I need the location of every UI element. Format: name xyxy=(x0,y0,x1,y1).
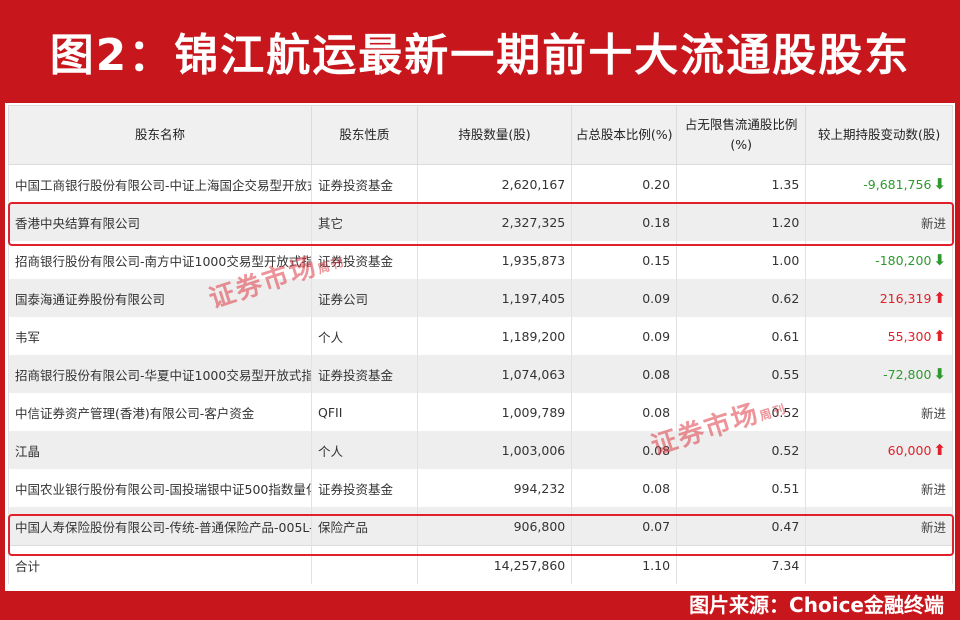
table-container: 股东名称 股东性质 持股数量(股) 占总股本比例(%) 占无限售流通股比例 (%)… xyxy=(5,103,955,591)
arrow-down-icon: ⬇ xyxy=(933,175,946,193)
total-type-empty xyxy=(311,545,418,584)
header-shares[interactable]: 持股数量(股) xyxy=(416,105,573,165)
cell-pct-total: 0.09 xyxy=(571,279,678,317)
table-row[interactable]: 中国工商银行股份有限公司-中证上海国企交易型开放式… 证券投资基金 2,620,16… xyxy=(8,164,953,203)
table-row[interactable]: 招商银行股份有限公司-南方中证1000交易型开放式指数… 证券投资基金 1,935,… xyxy=(8,241,953,279)
cell-holder-type: 个人 xyxy=(311,317,418,355)
cell-shares: 1,009,789 xyxy=(416,393,573,431)
cell-pct-total: 0.18 xyxy=(571,203,678,241)
cell-pct-float: 0.47 xyxy=(676,507,807,546)
table-body: 中国工商银行股份有限公司-中证上海国企交易型开放式… 证券投资基金 2,620,16… xyxy=(8,164,953,584)
cell-change: 60,000 ⬆ xyxy=(805,431,953,469)
change-value: 新进 xyxy=(920,405,946,421)
cell-shares: 1,003,006 xyxy=(416,431,573,469)
cell-pct-total: 0.20 xyxy=(571,164,678,203)
cell-holder-type: 证券公司 xyxy=(311,279,418,317)
cell-pct-float: 0.61 xyxy=(676,317,807,355)
cell-shares: 1,197,405 xyxy=(416,279,573,317)
table-row[interactable]: 香港中央结算有限公司 其它 2,327,325 0.18 1.20 新进 xyxy=(8,203,953,241)
cell-holder-type: 证券投资基金 xyxy=(311,164,418,203)
cell-pct-float: 1.20 xyxy=(676,203,807,241)
total-pct-float: 7.34 xyxy=(676,545,807,584)
change-value: -180,200 xyxy=(875,253,932,268)
cell-change: 新进 xyxy=(805,507,953,546)
table-row[interactable]: 中信证券资产管理(香港)有限公司-客户资金 QFII 1,009,789 0.08 0.… xyxy=(8,393,953,431)
cell-change: 55,300 ⬆ xyxy=(805,317,953,355)
table-row[interactable]: 中国人寿保险股份有限公司-传统-普通保险产品-005L-CT… 保险产品 906,8… xyxy=(8,507,953,546)
cell-holder-name: 江晶 xyxy=(8,431,312,469)
table-header-row: 股东名称 股东性质 持股数量(股) 占总股本比例(%) 占无限售流通股比例 (%)… xyxy=(8,105,953,165)
arrow-down-icon: ⬇ xyxy=(933,365,946,383)
cell-holder-type: 其它 xyxy=(311,203,418,241)
header-change[interactable]: 较上期持股变动数(股) xyxy=(805,105,953,165)
header-name[interactable]: 股东名称 xyxy=(8,105,312,165)
cell-change: -72,800 ⬇ xyxy=(805,355,953,393)
cell-holder-name: 香港中央结算有限公司 xyxy=(8,203,312,241)
cell-change: 新进 xyxy=(805,393,953,431)
total-shares: 14,257,860 xyxy=(416,545,573,584)
cell-pct-float: 0.62 xyxy=(676,279,807,317)
change-value: 60,000 xyxy=(887,443,932,458)
change-value: -72,800 xyxy=(883,367,932,382)
page-title: 图2：锦江航运最新一期前十大流通股股东 xyxy=(49,30,911,81)
table-row[interactable]: 招商银行股份有限公司-华夏中证1000交易型开放式指数… 证券投资基金 1,074,… xyxy=(8,355,953,393)
cell-pct-total: 0.08 xyxy=(571,469,678,507)
arrow-up-icon: ⬆ xyxy=(933,289,946,307)
change-value: 216,319 xyxy=(879,291,932,306)
cell-holder-name: 招商银行股份有限公司-华夏中证1000交易型开放式指数… xyxy=(8,355,312,393)
header-pct-float[interactable]: 占无限售流通股比例 (%) xyxy=(676,105,807,165)
cell-change: -180,200 ⬇ xyxy=(805,241,953,279)
cell-pct-total: 0.15 xyxy=(571,241,678,279)
arrow-up-icon: ⬆ xyxy=(933,327,946,345)
total-pct-total: 1.10 xyxy=(571,545,678,584)
cell-pct-total: 0.08 xyxy=(571,355,678,393)
cell-pct-total: 0.09 xyxy=(571,317,678,355)
source-caption: 图片来源：Choice金融终端 xyxy=(689,593,944,617)
table-row[interactable]: 中国农业银行股份有限公司-国投瑞银中证500指数量化增… 证券投资基金 994,23… xyxy=(8,469,953,507)
cell-change: 216,319 ⬆ xyxy=(805,279,953,317)
cell-shares: 2,327,325 xyxy=(416,203,573,241)
cell-holder-name: 中国工商银行股份有限公司-中证上海国企交易型开放式… xyxy=(8,164,312,203)
cell-holder-type: 个人 xyxy=(311,431,418,469)
change-value: 55,300 xyxy=(887,329,932,344)
cell-holder-type: 证券投资基金 xyxy=(311,355,418,393)
cell-holder-type: 保险产品 xyxy=(311,507,418,546)
change-value: 新进 xyxy=(920,215,946,231)
cell-pct-float: 1.35 xyxy=(676,164,807,203)
cell-shares: 994,232 xyxy=(416,469,573,507)
table-row[interactable]: 国泰海通证券股份有限公司 证券公司 1,197,405 0.09 0.62 216,319… xyxy=(8,279,953,317)
cell-shares: 906,800 xyxy=(416,507,573,546)
cell-shares: 1,189,200 xyxy=(416,317,573,355)
cell-change: -9,681,756 ⬇ xyxy=(805,164,953,203)
cell-shares: 1,074,063 xyxy=(416,355,573,393)
cell-holder-name: 中信证券资产管理(香港)有限公司-客户资金 xyxy=(8,393,312,431)
cell-shares: 2,620,167 xyxy=(416,164,573,203)
cell-pct-total: 0.07 xyxy=(571,507,678,546)
change-value: 新进 xyxy=(920,519,946,535)
cell-change: 新进 xyxy=(805,203,953,241)
cell-holder-type: QFII xyxy=(311,393,418,431)
total-label: 合计 xyxy=(8,545,312,584)
header-type[interactable]: 股东性质 xyxy=(311,105,418,165)
table-row[interactable]: 江晶 个人 1,003,006 0.08 0.52 60,000 ⬆ xyxy=(8,431,953,469)
arrow-up-icon: ⬆ xyxy=(933,441,946,459)
table-row[interactable]: 韦军 个人 1,189,200 0.09 0.61 55,300 ⬆ xyxy=(8,317,953,355)
cell-holder-name: 韦军 xyxy=(8,317,312,355)
header-pct-total[interactable]: 占总股本比例(%) xyxy=(571,105,678,165)
change-value: 新进 xyxy=(920,481,946,497)
total-row: 合计 14,257,860 1.10 7.34 xyxy=(8,545,953,584)
cell-holder-name: 中国人寿保险股份有限公司-传统-普通保险产品-005L-CT… xyxy=(8,507,312,546)
change-value: -9,681,756 xyxy=(863,177,932,192)
shareholder-table: 股东名称 股东性质 持股数量(股) 占总股本比例(%) 占无限售流通股比例 (%)… xyxy=(8,105,953,584)
cell-holder-type: 证券投资基金 xyxy=(311,469,418,507)
cell-pct-float: 0.51 xyxy=(676,469,807,507)
cell-pct-float: 0.55 xyxy=(676,355,807,393)
cell-holder-name: 中国农业银行股份有限公司-国投瑞银中证500指数量化增… xyxy=(8,469,312,507)
total-change-empty xyxy=(805,545,953,584)
arrow-down-icon: ⬇ xyxy=(933,251,946,269)
cell-shares: 1,935,873 xyxy=(416,241,573,279)
cell-change: 新进 xyxy=(805,469,953,507)
cell-pct-float: 1.00 xyxy=(676,241,807,279)
title-banner: 图2：锦江航运最新一期前十大流通股股东 xyxy=(0,0,960,102)
